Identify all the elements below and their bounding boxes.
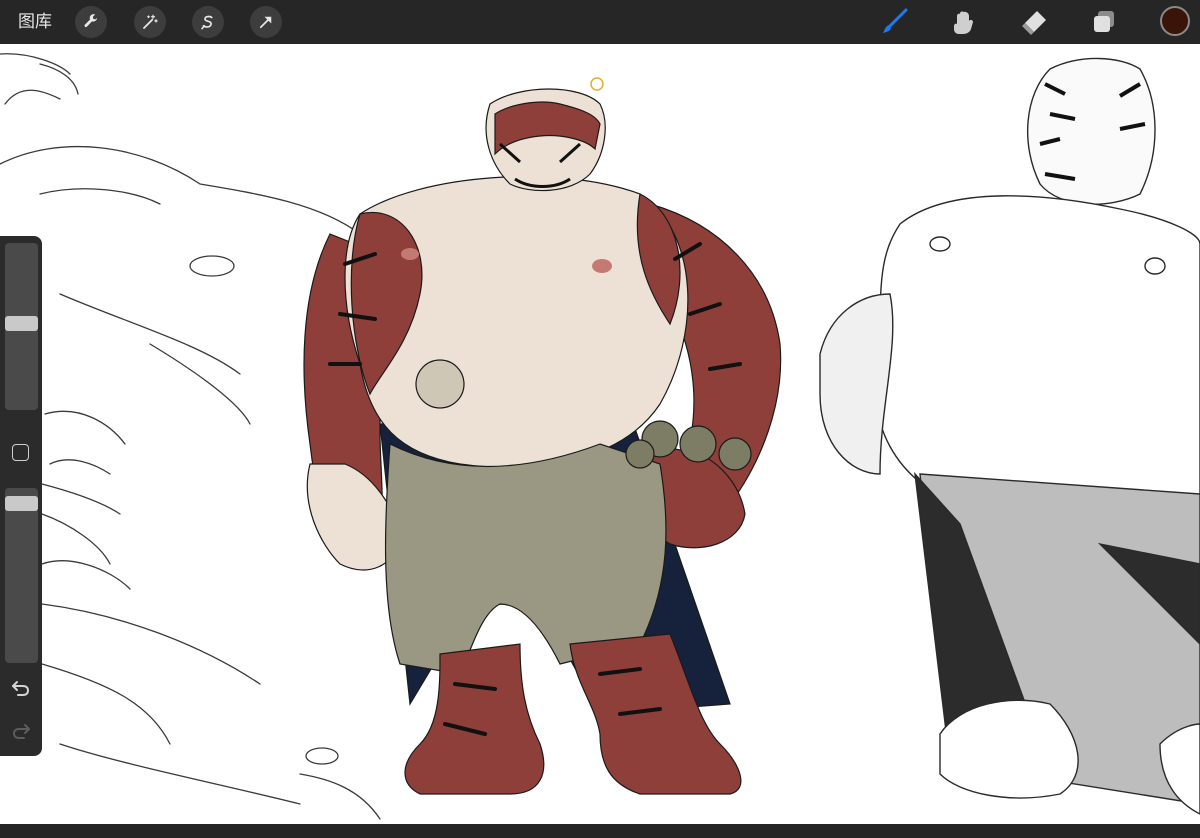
- bottom-bar: [0, 824, 1200, 838]
- artwork-illustration: [0, 53, 1200, 820]
- brush-icon: [883, 8, 908, 33]
- left-sidebar: [0, 236, 42, 756]
- brush-size-slider[interactable]: [5, 243, 38, 410]
- selection-button[interactable]: [192, 6, 224, 38]
- layers-button[interactable]: [1087, 6, 1121, 38]
- brush-tool-button[interactable]: [877, 6, 911, 38]
- redo-arrow-icon: [12, 724, 30, 739]
- redo-button[interactable]: [10, 720, 32, 742]
- opacity-thumb[interactable]: [5, 496, 38, 511]
- wrench-icon: [84, 14, 97, 27]
- selection-icon: [201, 15, 213, 30]
- adjustments-button[interactable]: [134, 6, 166, 38]
- magic-wand-icon: [143, 14, 158, 29]
- eraser-icon: [1022, 11, 1046, 35]
- gallery-button[interactable]: 图库: [18, 12, 52, 32]
- undo-arrow-icon: [12, 681, 30, 696]
- smudge-tool-button[interactable]: [946, 6, 980, 38]
- undo-button[interactable]: [10, 677, 32, 699]
- actions-button[interactable]: [75, 6, 107, 38]
- opacity-slider[interactable]: [5, 488, 38, 663]
- transform-button[interactable]: [250, 6, 282, 38]
- layers-icon: [1094, 11, 1114, 32]
- modify-button[interactable]: [12, 444, 29, 461]
- brush-size-thumb[interactable]: [5, 316, 38, 331]
- top-toolbar: 图库: [0, 0, 1200, 44]
- smudge-icon: [954, 11, 973, 34]
- color-picker-button[interactable]: [1160, 6, 1190, 36]
- drawing-canvas[interactable]: [0, 44, 1200, 824]
- eraser-tool-button[interactable]: [1017, 6, 1051, 38]
- transform-arrow-icon: [259, 16, 272, 29]
